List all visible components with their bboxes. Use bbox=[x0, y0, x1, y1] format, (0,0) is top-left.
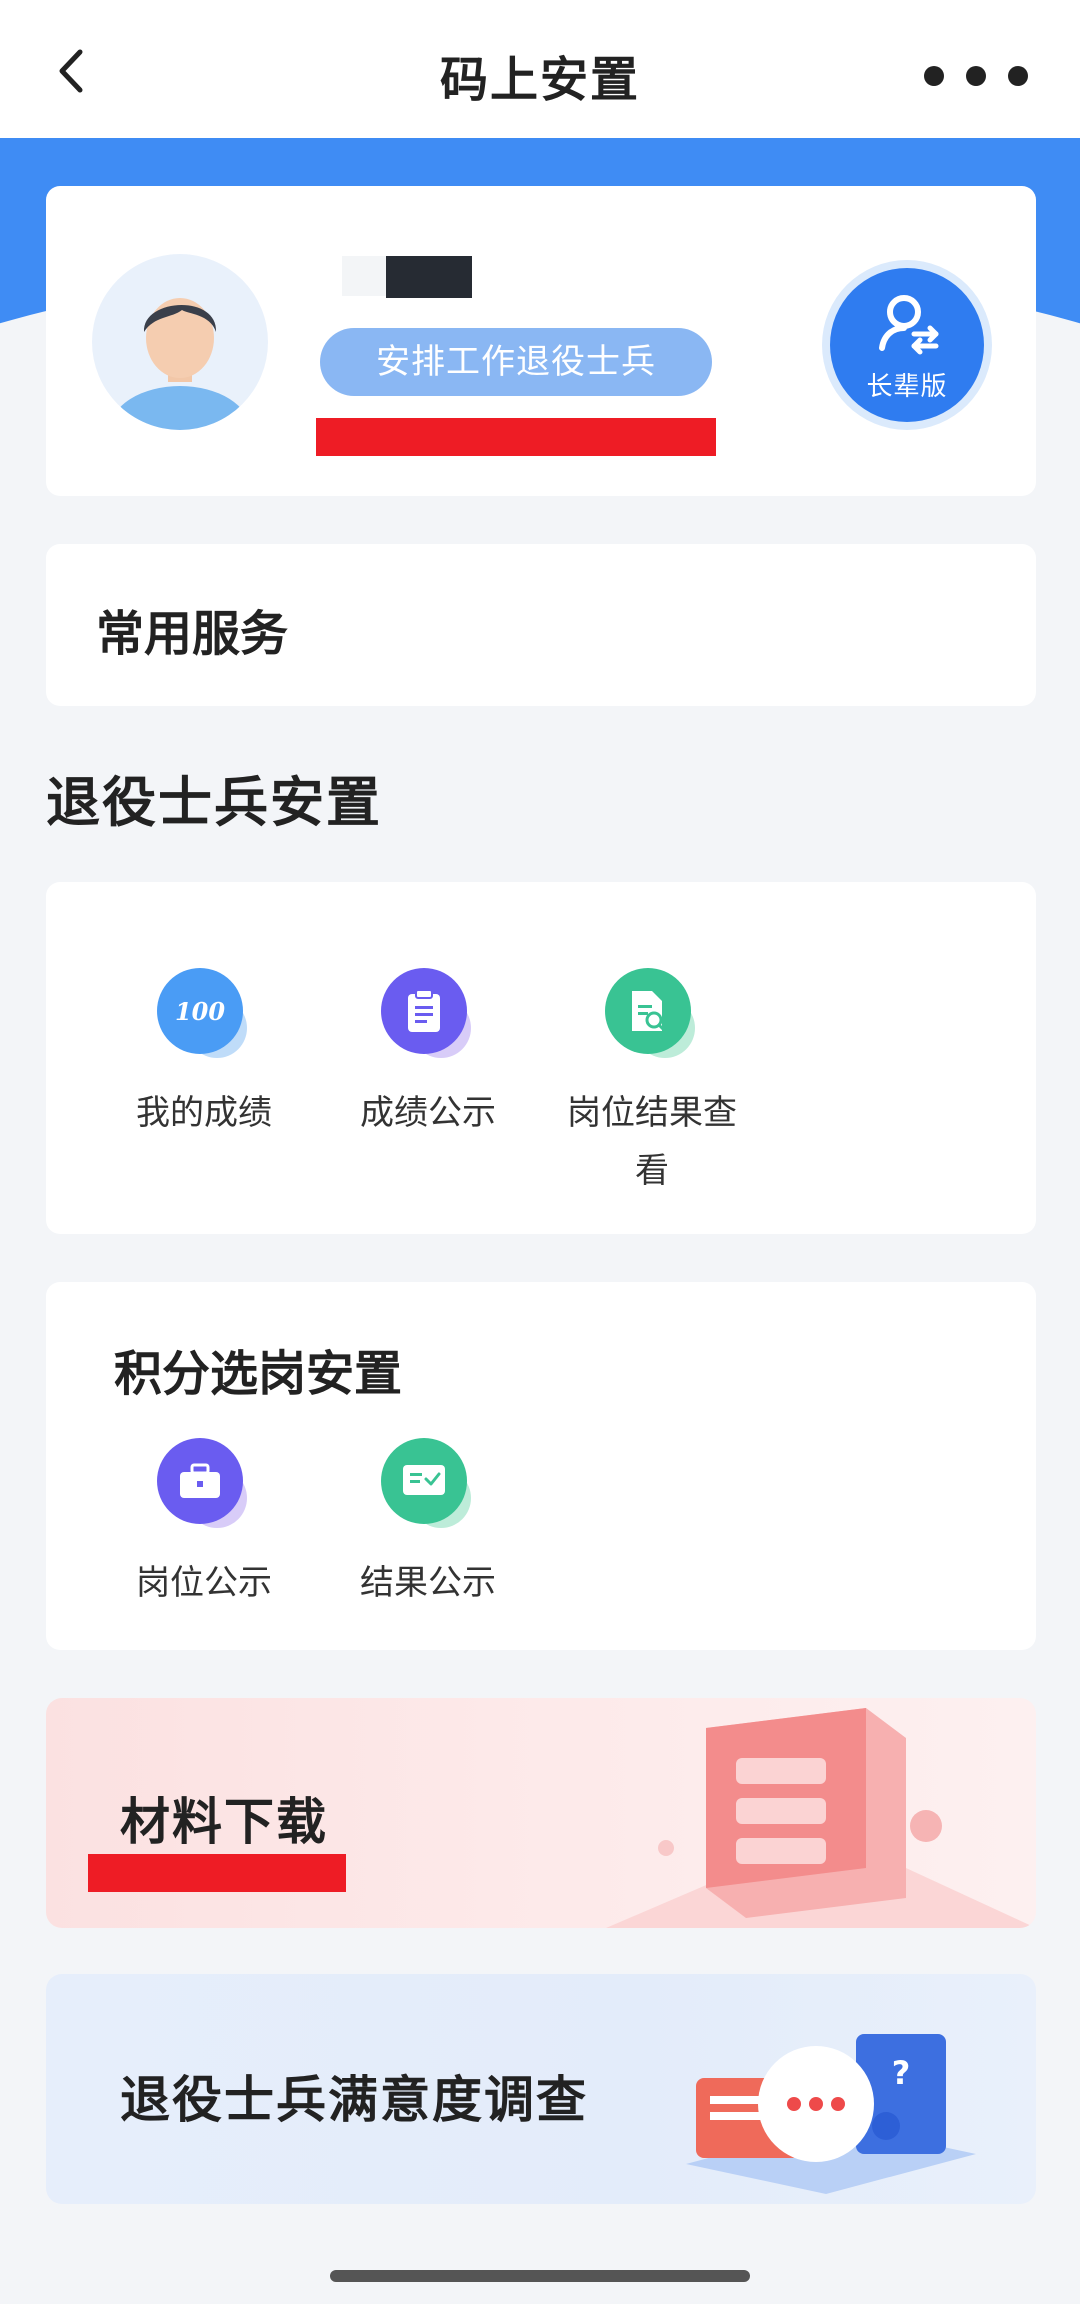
redaction-mark bbox=[316, 418, 716, 456]
top-nav-bar: 码上安置 bbox=[0, 0, 1080, 138]
document-stack-icon bbox=[606, 1708, 1036, 1928]
avatar bbox=[92, 254, 268, 430]
service-label: 结果公示 bbox=[360, 1563, 496, 1603]
service-score-public[interactable]: 成绩公示 bbox=[328, 960, 528, 1142]
veteran-services-card: 100 我的成绩 成绩公示 岗位结果查看 bbox=[46, 882, 1036, 1234]
service-label: 岗位结果查看 bbox=[567, 1093, 737, 1191]
user-avatar-icon bbox=[110, 298, 250, 430]
more-options-icon[interactable] bbox=[924, 66, 1028, 88]
home-indicator bbox=[330, 2270, 750, 2282]
service-position-public[interactable]: 岗位公示 bbox=[104, 1430, 304, 1612]
elder-mode-button[interactable]: 长辈版 bbox=[822, 260, 992, 430]
service-label: 岗位公示 bbox=[136, 1563, 272, 1603]
chat-survey-icon: ? bbox=[686, 2034, 976, 2194]
material-download-title: 材料下载 bbox=[120, 1793, 328, 1851]
page-title: 码上安置 bbox=[439, 52, 640, 108]
satisfaction-survey-card[interactable]: ? 退役士兵满意度调查 bbox=[46, 1974, 1036, 2204]
user-switch-icon bbox=[879, 295, 939, 355]
common-services-title: 常用服务 bbox=[96, 606, 289, 662]
score-100-icon: 100 bbox=[157, 968, 243, 1054]
service-position-result[interactable]: 岗位结果查看 bbox=[552, 960, 752, 1200]
profile-card: 安排工作退役士兵 长辈版 bbox=[46, 186, 1036, 496]
points-placement-title: 积分选岗安置 bbox=[114, 1346, 403, 1402]
briefcase-icon bbox=[157, 1438, 243, 1524]
common-services-card[interactable]: 常用服务 bbox=[46, 544, 1036, 706]
material-download-card[interactable]: 材料下载 bbox=[46, 1698, 1036, 1928]
points-placement-card: 积分选岗安置 岗位公示 结果公示 bbox=[46, 1282, 1036, 1650]
status-badge: 安排工作退役士兵 bbox=[320, 328, 712, 396]
user-name-redacted bbox=[342, 256, 472, 298]
clipboard-icon bbox=[381, 968, 467, 1054]
service-my-score[interactable]: 100 我的成绩 bbox=[104, 960, 304, 1142]
service-label: 成绩公示 bbox=[360, 1093, 496, 1133]
survey-title: 退役士兵满意度调查 bbox=[120, 2071, 588, 2129]
svg-text:?: ? bbox=[892, 2054, 911, 2092]
result-board-icon bbox=[381, 1438, 467, 1524]
service-label: 我的成绩 bbox=[136, 1093, 272, 1133]
elder-mode-label: 长辈版 bbox=[866, 372, 948, 402]
document-search-icon bbox=[605, 968, 691, 1054]
section-title: 退役士兵安置 bbox=[46, 771, 382, 834]
svg-text:100: 100 bbox=[175, 997, 225, 1026]
service-result-public[interactable]: 结果公示 bbox=[328, 1430, 528, 1612]
redaction-mark bbox=[88, 1854, 346, 1892]
